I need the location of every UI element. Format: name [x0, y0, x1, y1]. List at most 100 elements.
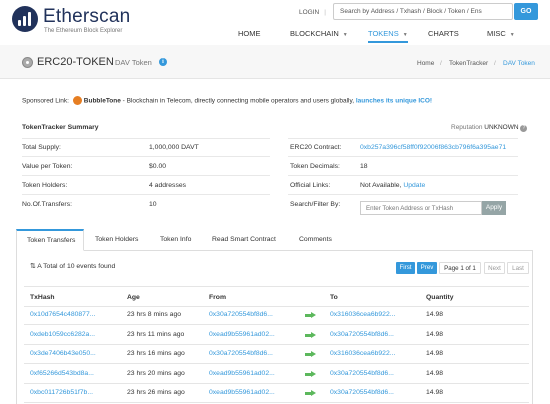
column-header-age: Age	[127, 294, 140, 301]
arrow-right-icon	[305, 312, 316, 319]
to-address-link[interactable]: 0x316036cea6b922...	[330, 350, 395, 357]
search-go-button[interactable]: GO	[514, 3, 538, 20]
pager-first-button[interactable]: First	[396, 262, 415, 274]
to-address-link[interactable]: 0x316036cea6b922...	[330, 311, 395, 318]
breadcrumb-tokentracker[interactable]: TokenTracker	[449, 60, 488, 67]
row-divider	[24, 363, 529, 364]
contract-address-link[interactable]: 0xb257a396cf58ff0f92006f863cb796f6a395ae…	[360, 144, 506, 151]
to-address-link[interactable]: 0x30a720554bf8d6...	[330, 389, 394, 396]
quantity-value: 14.98	[426, 311, 444, 318]
breadcrumb-separator: /	[440, 60, 442, 67]
column-header-from: From	[209, 294, 226, 301]
from-address-link[interactable]: 0x30a720554bf8d6...	[209, 350, 273, 357]
login-link[interactable]: LOGIN |	[299, 9, 326, 16]
token-holders-value: 4 addresses	[149, 182, 187, 189]
chevron-down-icon: ▼	[509, 32, 515, 38]
pager-prev-button[interactable]: Prev	[417, 262, 437, 274]
quantity-value: 14.98	[426, 350, 444, 357]
tx-age: 23 hrs 20 mins ago	[127, 370, 185, 377]
tab-read-smart-contract[interactable]: Read Smart Contract	[212, 236, 276, 243]
nav-charts[interactable]: CHARTS	[428, 29, 459, 43]
tx-age: 23 hrs 11 mins ago	[127, 331, 185, 338]
txhash-link[interactable]: 0x10d7654c480877...	[30, 311, 95, 318]
from-address-link[interactable]: 0xead9b55961ad02...	[209, 331, 275, 338]
breadcrumb-separator: /	[494, 60, 496, 67]
txhash-link[interactable]: 0xdeb1059cc6282a...	[30, 331, 95, 338]
sponsor-brand[interactable]: BubbleTone	[84, 98, 121, 105]
row-divider	[24, 324, 529, 325]
search-input[interactable]: Search by Address / Txhash / Block / Tok…	[333, 3, 513, 20]
breadcrumb-current: DAV Token	[503, 60, 535, 67]
decimals-label: Token Decimals:	[290, 163, 340, 170]
site-header: Etherscan The Ethereum Block Explorer LO…	[0, 0, 550, 44]
token-holders-label: Token Holders:	[22, 182, 68, 189]
nav-misc[interactable]: MISC ▼	[487, 29, 515, 43]
logo-text[interactable]: Etherscan	[43, 6, 130, 28]
from-address-link[interactable]: 0x30a720554bf8d6...	[209, 311, 273, 318]
chevron-down-icon: ▼	[342, 32, 348, 38]
column-header-quantity: Quantity	[426, 294, 454, 301]
help-icon[interactable]: ?	[520, 125, 528, 132]
sponsor-cta-link[interactable]: launches its unique ICO!	[356, 98, 432, 105]
summary-title: TokenTracker Summary	[22, 124, 99, 131]
breadcrumb-home[interactable]: Home	[417, 60, 434, 67]
arrow-right-icon	[305, 332, 316, 339]
value-per-token-label: Value per Token:	[22, 163, 73, 170]
from-address-link[interactable]: 0xead9b55961ad02...	[209, 389, 275, 396]
sponsor-text: - Blockchain in Telecom, directly connec…	[120, 97, 356, 105]
quantity-value: 14.98	[426, 370, 444, 377]
arrow-right-icon	[305, 390, 316, 397]
from-address-link[interactable]: 0xead9b55961ad02...	[209, 370, 275, 377]
bubbletone-logo-icon	[72, 96, 82, 105]
tab-token-holders[interactable]: Token Holders	[95, 236, 138, 243]
column-header-to: To	[330, 294, 338, 301]
txhash-link[interactable]: 0xf65266d543bd8a...	[30, 370, 94, 377]
official-links-value: Not Available, Update	[360, 182, 426, 189]
tab-token-transfers[interactable]: Token Transfers	[16, 229, 84, 251]
reputation-value: UNKNOWN	[484, 124, 519, 131]
quantity-value: 14.98	[426, 389, 444, 396]
etherscan-logo-icon[interactable]	[12, 6, 38, 32]
apply-button[interactable]: Apply	[482, 201, 506, 215]
to-address-link[interactable]: 0x30a720554bf8d6...	[330, 331, 394, 338]
logo-tagline: The Ethereum Block Explorer	[44, 28, 123, 34]
pager-page-indicator: Page 1 of 1	[439, 262, 481, 274]
txhash-link[interactable]: 0x3de7406b43e050...	[30, 350, 96, 357]
nav-blockchain[interactable]: BLOCKCHAIN ▼	[290, 29, 348, 43]
row-divider	[24, 402, 529, 403]
row-divider	[24, 344, 529, 345]
pager-last-button[interactable]: Last	[507, 262, 529, 274]
pager-next-button[interactable]: Next	[484, 262, 505, 274]
column-header-txhash: TxHash	[30, 294, 55, 301]
tx-age: 23 hrs 8 mins ago	[127, 311, 182, 318]
txhash-link[interactable]: 0xbc011726b51f7b...	[30, 389, 93, 396]
page-title-bar: ERC20-TOKEN DAV Token i Home / TokenTrac…	[0, 45, 550, 79]
update-link[interactable]: Update	[403, 182, 425, 189]
sponsored-label: Sponsored Link:	[22, 97, 69, 105]
tx-age: 23 hrs 16 mins ago	[127, 350, 185, 357]
value-per-token-value: $0.00	[149, 163, 167, 170]
nav-home[interactable]: HOME	[238, 29, 261, 43]
chevron-down-icon: ▼	[402, 32, 408, 38]
decimals-value: 18	[360, 163, 368, 170]
arrow-right-icon	[305, 371, 316, 378]
page-title: ERC20-TOKEN	[37, 56, 114, 68]
tx-age: 23 hrs 26 mins ago	[127, 389, 185, 396]
tab-comments[interactable]: Comments	[299, 236, 332, 243]
token-filter-input[interactable]: Enter Token Address or TxHash	[360, 201, 482, 215]
tab-token-info[interactable]: Token Info	[160, 236, 191, 243]
events-total: ⇅ A Total of 10 events found	[30, 263, 116, 270]
sort-icon: ⇅	[30, 263, 36, 270]
info-icon[interactable]: i	[159, 58, 167, 66]
contract-label: ERC20 Contract:	[290, 144, 342, 151]
row-divider	[24, 383, 529, 384]
to-address-link[interactable]: 0x30a720554bf8d6...	[330, 370, 394, 377]
official-links-label: Official Links:	[290, 182, 331, 189]
token-name: DAV Token	[115, 58, 152, 67]
token-icon	[22, 57, 33, 68]
sponsored-link: Sponsored Link: BubbleTone - Blockchain …	[22, 96, 432, 106]
nav-tokens[interactable]: TOKENS ▼	[368, 29, 408, 43]
arrow-right-icon	[305, 351, 316, 358]
total-supply-label: Total Supply:	[22, 144, 61, 151]
transfers-value: 10	[149, 201, 157, 208]
